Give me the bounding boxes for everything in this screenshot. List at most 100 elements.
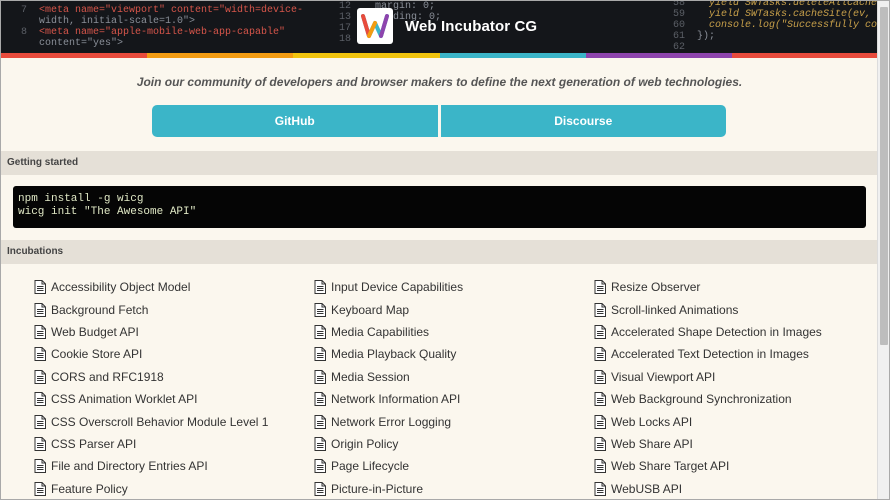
incubation-label: Picture-in-Picture (331, 481, 424, 496)
page-viewport: 7 <meta name="viewport" content="width=d… (1, 1, 878, 499)
incubation-link[interactable]: Feature Policy (34, 478, 268, 499)
wicg-logo-icon (357, 8, 393, 44)
incubation-label: Feature Policy (51, 481, 128, 496)
document-icon (594, 369, 606, 384)
document-icon (314, 459, 326, 474)
incubation-label: Media Capabilities (331, 324, 430, 339)
incubation-link[interactable]: Network Error Logging (314, 410, 463, 432)
incubation-link[interactable]: Web Share API (594, 433, 822, 455)
incubation-link[interactable]: CSS Parser API (34, 433, 268, 455)
code-text: <meta name="viewport" content="width=dev… (39, 5, 304, 16)
incubation-label: Accelerated Shape Detection in Images (611, 324, 822, 339)
document-icon (34, 414, 46, 429)
incubations-column: Accessibility Object Model Background Fet… (34, 276, 268, 499)
incubation-label: Origin Policy (331, 436, 399, 451)
incubation-link[interactable]: Web Background Synchronization (594, 388, 822, 410)
document-icon (594, 459, 606, 474)
incubation-link[interactable]: Web Locks API (594, 410, 822, 432)
incubation-label: Keyboard Map (331, 302, 410, 317)
line-number: 62 (673, 42, 698, 53)
github-button[interactable]: GitHub (152, 105, 438, 137)
incubation-label: Background Fetch (51, 302, 149, 317)
incubation-label: Input Device Capabilities (331, 280, 464, 295)
incubation-label: Visual Viewport API (611, 369, 716, 384)
discourse-button[interactable]: Discourse (440, 105, 726, 137)
incubation-link[interactable]: Media Playback Quality (314, 343, 463, 365)
incubation-link[interactable]: Cookie Store API (34, 343, 268, 365)
code-line: 60 console.log("Successfully com (673, 20, 878, 31)
document-icon (34, 347, 46, 362)
incubation-label: Web Share API (611, 436, 693, 451)
incubation-link[interactable]: Resize Observer (594, 276, 822, 298)
code-text: content="yes"> (39, 38, 124, 49)
incubation-link[interactable]: Accessibility Object Model (34, 276, 268, 298)
incubation-link[interactable]: Picture-in-Picture (314, 478, 463, 499)
brand-link[interactable]: Web Incubator CG (357, 8, 537, 44)
code-line: 8 <meta name="apple-mobile-web-app-capab… (15, 27, 303, 38)
incubation-link[interactable]: Media Session (314, 366, 463, 388)
site-header: 7 <meta name="viewport" content="width=d… (1, 1, 878, 53)
scrollbar-thumb[interactable] (880, 7, 888, 345)
incubation-link[interactable]: CORS and RFC1918 (34, 366, 268, 388)
document-icon (34, 324, 46, 339)
incubation-label: Media Session (331, 369, 410, 384)
incubation-link[interactable]: Web Budget API (34, 321, 268, 343)
line-number: 60 (673, 20, 698, 31)
incubation-label: Web Background Synchronization (611, 392, 792, 407)
code-text: <meta name="apple-mobile-web-app-capable… (39, 27, 286, 38)
color-stripe (1, 53, 878, 58)
incubation-link[interactable]: Web Share Target API (594, 455, 822, 477)
document-icon (34, 436, 46, 451)
line-number (15, 16, 39, 27)
incubation-label: Scroll-linked Animations (611, 302, 739, 317)
code-text: yield SWTasks.cacheSite(ev, S (697, 9, 878, 20)
document-icon (314, 280, 326, 295)
incubation-label: Resize Observer (611, 280, 701, 295)
incubation-label: CSS Parser API (51, 436, 137, 451)
document-icon (34, 302, 46, 317)
incubation-link[interactable]: Scroll-linked Animations (594, 298, 822, 320)
incubations-heading: Incubations (1, 240, 878, 264)
line-number: 58 (673, 1, 698, 9)
document-icon (314, 324, 326, 339)
incubation-link[interactable]: Keyboard Map (314, 298, 463, 320)
incubation-link[interactable]: CSS Overscroll Behavior Module Level 1 (34, 410, 268, 432)
document-icon (314, 481, 326, 496)
incubations-column: Resize Observer Scroll-linked Animations A… (594, 276, 822, 499)
document-icon (314, 414, 326, 429)
incubation-label: WebUSB API (611, 481, 683, 496)
code-line: 59 yield SWTasks.cacheSite(ev, S (673, 9, 878, 20)
code-text: width, initial-scale=1.0"> (39, 16, 196, 27)
getting-started-heading: Getting started (1, 151, 878, 175)
command-line: wicg init "The Awesome API" (18, 206, 197, 218)
line-number: 8 (15, 27, 40, 38)
incubation-link[interactable]: Background Fetch (34, 298, 268, 320)
document-icon (594, 324, 606, 339)
document-icon (314, 302, 326, 317)
incubation-link[interactable]: Page Lifecycle (314, 455, 463, 477)
document-icon (314, 347, 326, 362)
incubation-link[interactable]: Accelerated Shape Detection in Images (594, 321, 822, 343)
code-line: width, initial-scale=1.0"> (15, 16, 303, 27)
incubation-link[interactable]: Origin Policy (314, 433, 463, 455)
vertical-scrollbar[interactable] (877, 1, 889, 499)
stripe-segment (293, 53, 440, 58)
incubation-label: File and Directory Entries API (51, 459, 208, 474)
code-line: content="yes"> (15, 38, 303, 49)
incubation-link[interactable]: Input Device Capabilities (314, 276, 463, 298)
terminal-code-block: npm install -g wicg wicg init "The Aweso… (13, 186, 866, 228)
incubation-label: Accelerated Text Detection in Images (611, 347, 809, 362)
incubation-link[interactable]: File and Directory Entries API (34, 455, 268, 477)
document-icon (594, 347, 606, 362)
incubation-link[interactable]: WebUSB API (594, 478, 822, 499)
code-text: }); (697, 31, 716, 42)
incubation-link[interactable]: Accelerated Text Detection in Images (594, 343, 822, 365)
incubation-link[interactable]: CSS Animation Worklet API (34, 388, 268, 410)
incubation-link[interactable]: Media Capabilities (314, 321, 463, 343)
command-line: npm install -g wicg (18, 193, 144, 205)
incubation-link[interactable]: Network Information API (314, 388, 463, 410)
code-snippet-left: 7 <meta name="viewport" content="width=d… (15, 5, 303, 49)
stripe-segment (1, 53, 148, 58)
incubation-link[interactable]: Visual Viewport API (594, 366, 822, 388)
document-icon (34, 481, 46, 496)
